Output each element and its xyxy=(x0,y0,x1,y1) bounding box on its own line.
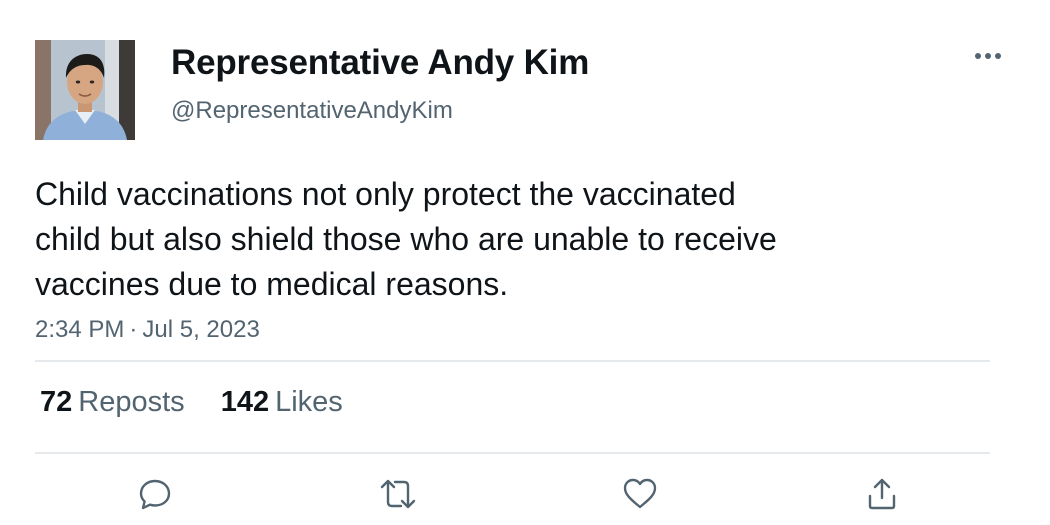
tweet-timestamp[interactable]: 2:34 PM · Jul 5, 2023 xyxy=(35,316,265,344)
avatar-photo xyxy=(35,40,135,140)
share-icon xyxy=(868,478,896,510)
avatar[interactable] xyxy=(35,40,135,140)
likes-count: 142 xyxy=(220,386,270,418)
more-options-button[interactable] xyxy=(968,42,1008,70)
reply-icon xyxy=(139,479,171,510)
like-button[interactable] xyxy=(620,474,660,514)
more-horizontal-icon xyxy=(975,53,1001,59)
tweet-card: Representative Andy Kim @RepresentativeA… xyxy=(0,0,1050,525)
divider xyxy=(35,452,990,454)
tweet-time: 2:34 PM xyxy=(35,316,125,343)
likes-stat[interactable]: 142 Likes xyxy=(221,386,343,419)
repost-button[interactable] xyxy=(378,474,418,514)
likes-label: Likes xyxy=(275,386,343,418)
reposts-stat[interactable]: 72 Reposts xyxy=(40,386,185,419)
reply-button[interactable] xyxy=(135,474,175,514)
heart-icon xyxy=(623,478,657,509)
repost-icon xyxy=(380,479,416,509)
reposts-count: 72 xyxy=(40,386,73,418)
engagement-stats: 72 Reposts 142 Likes xyxy=(40,386,371,419)
tweet-date: Jul 5, 2023 xyxy=(142,316,260,343)
user-handle[interactable]: @RepresentativeAndyKim xyxy=(171,97,453,125)
timestamp-separator: · xyxy=(129,316,138,343)
display-name[interactable]: Representative Andy Kim xyxy=(171,43,589,83)
share-button[interactable] xyxy=(862,474,902,514)
tweet-text: Child vaccinations not only protect the … xyxy=(35,176,777,302)
reposts-label: Reposts xyxy=(78,386,185,418)
divider xyxy=(35,360,990,362)
